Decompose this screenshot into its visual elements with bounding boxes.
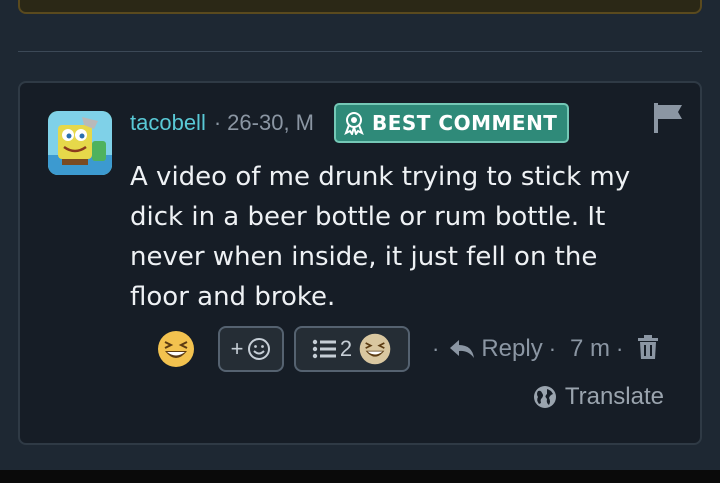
divider (18, 51, 702, 52)
globe-icon (533, 386, 556, 408)
best-comment-label: BEST COMMENT (372, 111, 558, 135)
best-comment-badge: BEST COMMENT (334, 103, 570, 143)
comment-meta: tacobell · 26-30, M BEST COMMENT (130, 103, 570, 143)
smiley-icon (248, 338, 271, 360)
translate-label: Translate (564, 383, 664, 410)
action-separator: · (616, 336, 624, 361)
reply-button[interactable]: Reply (449, 335, 543, 363)
meta-separator: · (213, 110, 222, 135)
age-gender: 26-30, M (227, 110, 314, 135)
avatar[interactable] (48, 111, 112, 175)
username-link[interactable]: tacobell (130, 110, 206, 136)
flag-icon (654, 103, 682, 133)
add-reaction-plus: + (230, 336, 244, 361)
reactions-list-button[interactable]: 2 (294, 326, 410, 372)
reply-arrow-icon (450, 340, 475, 358)
previous-comment-card (18, 0, 702, 14)
add-reaction-button[interactable]: + (218, 326, 284, 372)
comment-time: 7 m (570, 335, 611, 362)
trash-icon (638, 334, 659, 359)
comment-card: tacobell · 26-30, M BEST COMMENT A video… (18, 81, 702, 445)
reactions-count: 2 (339, 336, 353, 361)
delete-button[interactable] (637, 334, 659, 365)
laughing-emoji-icon[interactable] (156, 329, 196, 369)
reply-label: Reply (481, 335, 543, 362)
award-ribbon-icon (344, 112, 364, 135)
action-separator: · (432, 336, 440, 361)
list-icon (312, 339, 336, 359)
bottom-bar (0, 470, 720, 483)
comment-text: A video of me drunk trying to stick my d… (130, 162, 631, 312)
report-button[interactable] (652, 101, 686, 140)
comment-actions: + 2 · Reply · 7 m · (156, 325, 659, 373)
action-separator: · (548, 336, 557, 361)
spongebob-avatar-icon (48, 111, 112, 175)
translate-button[interactable]: Translate (533, 383, 664, 411)
laughing-emoji-icon (359, 333, 391, 365)
